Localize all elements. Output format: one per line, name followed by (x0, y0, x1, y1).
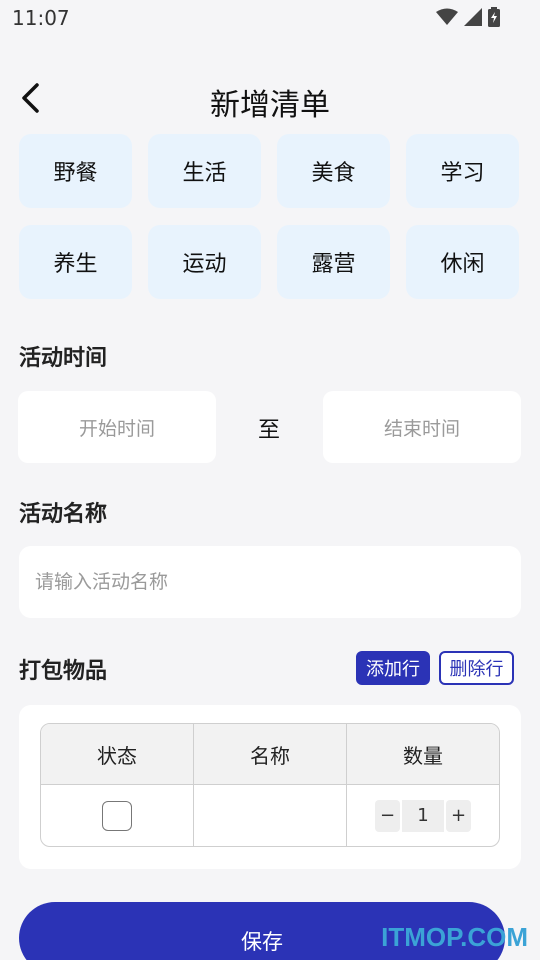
category-camping[interactable]: 露营 (277, 225, 390, 299)
activity-time-label: 活动时间 (19, 346, 108, 371)
packing-label: 打包物品 (19, 659, 108, 684)
watermark: ITMOP.COM (381, 922, 528, 952)
category-study[interactable]: 学习 (406, 134, 519, 208)
packing-table: 状态 名称 数量 − 1 + (40, 723, 500, 847)
category-health[interactable]: 养生 (19, 225, 132, 299)
activity-name-label: 活动名称 (19, 502, 108, 527)
packing-table-card: 状态 名称 数量 − 1 + (19, 705, 521, 869)
end-time-field[interactable]: 结束时间 (323, 391, 521, 463)
delete-row-button[interactable]: 删除行 (439, 651, 514, 685)
quantity-cell: − 1 + (347, 785, 499, 846)
add-row-button[interactable]: 添加行 (356, 651, 430, 685)
start-time-field[interactable]: 开始时间 (18, 391, 216, 463)
quantity-value[interactable]: 1 (402, 799, 444, 832)
column-header-name: 名称 (194, 724, 347, 784)
table-row: − 1 + (41, 785, 499, 846)
increment-button[interactable]: + (446, 799, 471, 832)
name-cell[interactable] (194, 785, 347, 846)
battery-icon (488, 7, 500, 27)
header: 新增清单 (0, 72, 540, 128)
category-grid: 野餐 生活 美食 学习 养生 运动 露营 休闲 (19, 134, 521, 299)
category-food[interactable]: 美食 (277, 134, 390, 208)
activity-name-input[interactable] (19, 546, 521, 618)
column-header-quantity: 数量 (403, 743, 443, 768)
decrement-button[interactable]: − (375, 799, 400, 832)
status-icons (436, 7, 500, 27)
status-bar: 11:07 (0, 0, 540, 36)
signal-icon (464, 8, 482, 26)
column-header-status: 状态 (41, 724, 194, 784)
category-picnic[interactable]: 野餐 (19, 134, 132, 208)
time-separator: 至 (258, 418, 281, 443)
status-time: 11:07 (12, 6, 70, 30)
page-title: 新增清单 (210, 88, 330, 123)
status-checkbox[interactable] (102, 800, 132, 831)
wifi-icon (436, 8, 458, 26)
category-sports[interactable]: 运动 (148, 225, 261, 299)
table-header: 状态 名称 数量 (41, 724, 499, 785)
status-cell (41, 785, 194, 846)
category-life[interactable]: 生活 (148, 134, 261, 208)
category-leisure[interactable]: 休闲 (406, 225, 519, 299)
quantity-stepper: − 1 + (375, 799, 471, 832)
